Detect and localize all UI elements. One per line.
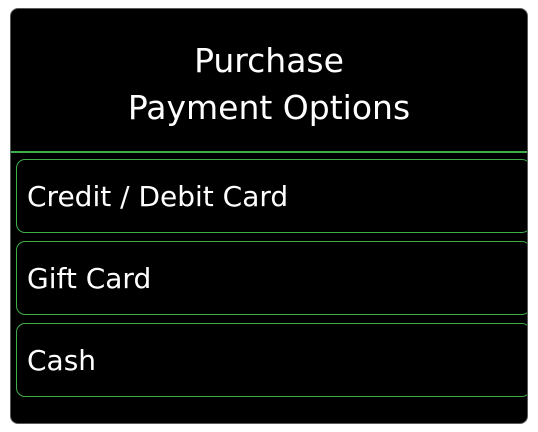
gift-card-label: Gift Card (27, 261, 152, 295)
header-subtitle: Payment Options (127, 87, 411, 127)
cash-button[interactable]: Cash (16, 323, 527, 397)
gift-card-button[interactable]: Gift Card (16, 241, 527, 315)
credit-debit-card-button[interactable]: Credit / Debit Card (16, 159, 527, 233)
panel-header: Purchase Payment Options (11, 9, 527, 152)
credit-debit-card-label: Credit / Debit Card (27, 179, 289, 213)
header-divider (11, 151, 527, 153)
header-title: Purchase (194, 40, 344, 80)
cash-label: Cash (27, 343, 97, 377)
payment-options-panel: Purchase Payment Options Credit / Debit … (10, 8, 528, 424)
